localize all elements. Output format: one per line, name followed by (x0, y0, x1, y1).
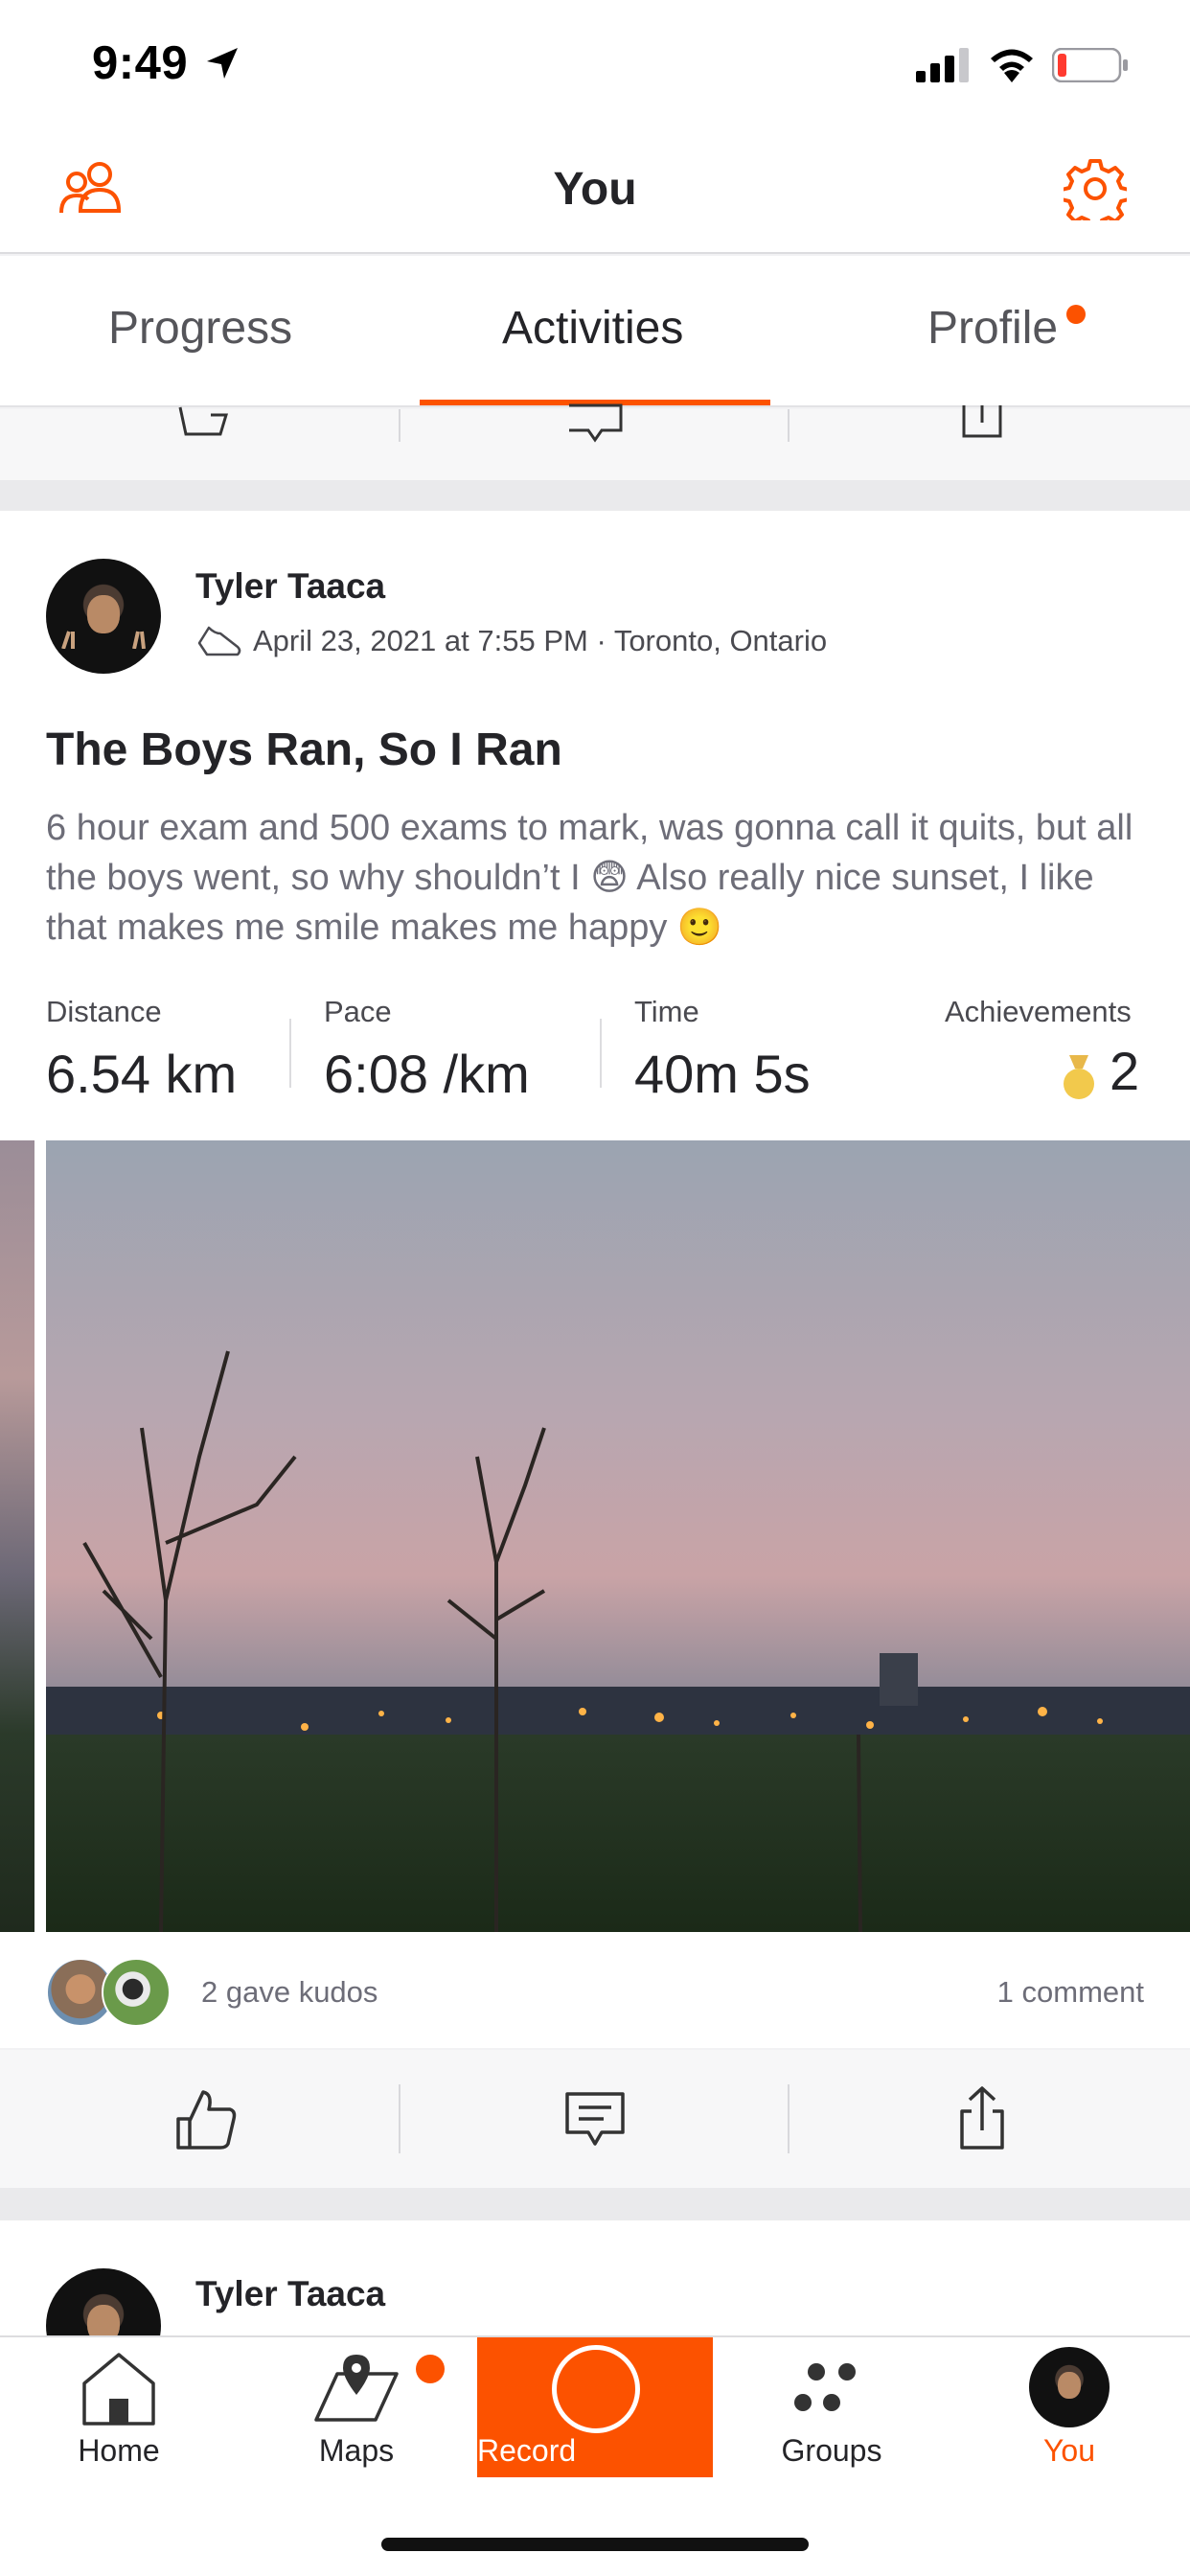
gear-icon[interactable] (1064, 157, 1127, 220)
comment-icon[interactable] (561, 2086, 629, 2153)
stat-value: 40m 5s (634, 1044, 811, 1104)
stat-divider (600, 1019, 602, 1088)
card-separator (0, 480, 1190, 511)
author-name[interactable]: Tyler Taaca (195, 2274, 385, 2314)
cellular-signal-icon (916, 48, 969, 82)
nav-home[interactable]: Home (0, 2337, 238, 2479)
location-arrow-icon (207, 48, 238, 79)
activity-title[interactable]: The Boys Ran, So I Ran (46, 724, 562, 776)
avatar[interactable] (46, 2268, 161, 2335)
activity-actions (0, 2050, 1190, 2188)
share-icon[interactable] (949, 2084, 1016, 2151)
stat-label: Distance (46, 995, 162, 1028)
activity-card[interactable]: Tyler Taaca (0, 2220, 1190, 2335)
status-time: 9:49 (92, 37, 189, 89)
comment-count[interactable]: 1 comment (997, 1975, 1144, 2010)
activity-card[interactable]: Tyler Taaca April 23, 2021 at 7:55 PM · … (0, 511, 1190, 2048)
kudos-icon[interactable] (172, 2086, 240, 2153)
nav-groups[interactable]: Groups (713, 2337, 950, 2479)
stat-distance: Distance 6.54 km (46, 995, 237, 1105)
activity-description: 6 hour exam and 500 exams to mark, was g… (46, 808, 1133, 948)
achievements-label: Achievements (945, 995, 1132, 1028)
kudos-icon[interactable] (172, 402, 240, 444)
nav-label: Home (78, 2433, 160, 2468)
stat-pace: Pace 6:08 /km (324, 995, 530, 1105)
stat-time: Time 40m 5s (634, 995, 811, 1105)
activity-date-location: April 23, 2021 at 7:55 PM · Toronto, Ont… (253, 624, 828, 657)
nav-maps[interactable]: Maps (238, 2337, 475, 2479)
nav-label: Record (477, 2433, 577, 2468)
battery-icon (1052, 48, 1128, 82)
action-divider (399, 409, 400, 442)
maps-icon (314, 2355, 399, 2422)
stat-divider (289, 1019, 291, 1088)
tab-bar: Progress Activities Profile (0, 256, 1190, 407)
action-divider (399, 2084, 400, 2153)
avatar (1029, 2347, 1110, 2427)
home-indicator[interactable] (381, 2538, 809, 2551)
avatar[interactable] (102, 1958, 171, 2027)
stat-value: 6.54 km (46, 1044, 238, 1104)
nav-record[interactable]: Record (477, 2337, 713, 2477)
activity-meta: April 23, 2021 at 7:55 PM · Toronto, Ont… (195, 622, 827, 660)
nav-label: You (1043, 2433, 1095, 2468)
record-icon (552, 2345, 640, 2433)
nav-label: Groups (781, 2433, 882, 2468)
stat-value: 6:08 /km (324, 1044, 530, 1104)
previous-photo[interactable] (0, 1140, 34, 1932)
avatar[interactable] (46, 559, 161, 674)
action-divider (788, 409, 790, 442)
medal-icon (1064, 1055, 1094, 1099)
profile-notification-dot (1066, 305, 1086, 324)
achievements-count: 2 (1110, 1041, 1140, 1101)
tab-activities[interactable]: Activities (502, 302, 683, 355)
run-shoe-icon (197, 626, 241, 656)
status-bar: 9:49 (0, 0, 1190, 134)
stat-label: Pace (324, 995, 392, 1028)
kudos-avatars[interactable] (46, 1958, 171, 2029)
groups-icon (794, 2363, 856, 2411)
share-icon[interactable] (960, 402, 1004, 444)
tab-profile[interactable]: Profile (927, 302, 1058, 355)
author-name[interactable]: Tyler Taaca (195, 566, 385, 607)
activity-photo[interactable] (46, 1140, 1190, 1932)
nav-label: Maps (318, 2433, 395, 2468)
home-icon (82, 2353, 155, 2426)
wifi-icon (991, 49, 1033, 82)
tab-progress[interactable]: Progress (108, 302, 292, 355)
stat-label: Time (634, 995, 699, 1028)
nav-you[interactable]: You (950, 2337, 1188, 2479)
app-header: You (0, 134, 1190, 254)
action-divider (788, 2084, 790, 2153)
page-title: You (553, 164, 637, 215)
kudos-count[interactable]: 2 gave kudos (201, 1975, 378, 2010)
previous-card-actions (0, 403, 1190, 480)
comment-icon[interactable] (565, 402, 625, 444)
maps-notification-dot (416, 2355, 445, 2383)
card-separator (0, 2188, 1190, 2220)
